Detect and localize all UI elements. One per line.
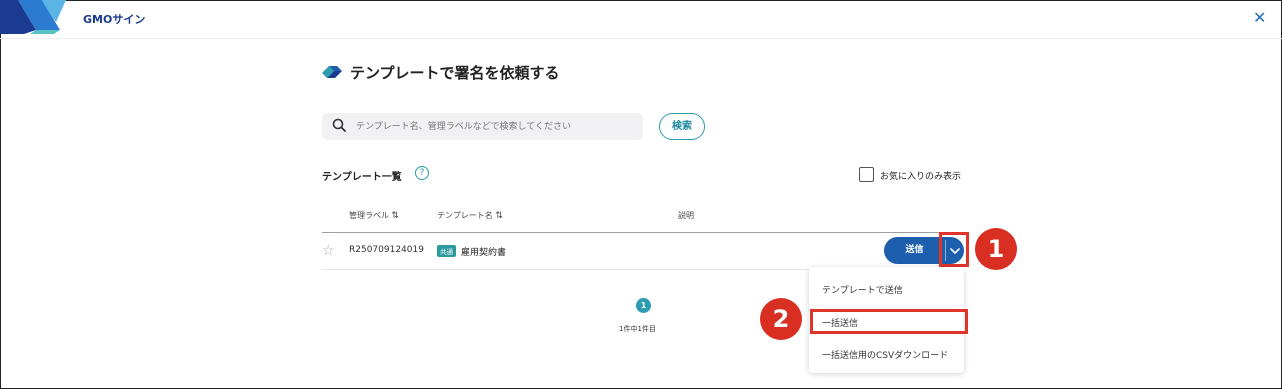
brand-logo-shape	[0, 0, 66, 34]
table-header-divider	[322, 232, 964, 233]
favorite-star-icon[interactable]: ☆	[322, 243, 335, 259]
template-list-heading: テンプレート一覧	[322, 172, 402, 183]
page-title: テンプレートで署名を依頼する	[350, 64, 560, 82]
search-field[interactable]	[322, 113, 643, 140]
send-button[interactable]: 送信	[884, 237, 945, 264]
annotation-step-1: 1	[975, 228, 1017, 270]
title-logo-icon	[322, 65, 342, 78]
help-icon[interactable]: ?	[415, 166, 429, 180]
sort-icon[interactable]: ⇅	[495, 211, 503, 221]
pagination-info: 1件中1件目	[619, 325, 656, 333]
search-button[interactable]: 検索	[659, 113, 705, 140]
app-header: GMOサイン ✕	[0, 0, 1282, 39]
annotation-step-2: 2	[760, 298, 802, 340]
menu-item-bulk-send-csv-download[interactable]: 一括送信用のCSVダウンロード	[822, 348, 948, 361]
annotation-highlight-dropdown	[939, 232, 969, 267]
search-input[interactable]	[354, 120, 628, 133]
shared-badge: 共通	[437, 245, 456, 257]
column-header-template-name[interactable]: テンプレート名 ⇅	[437, 210, 503, 221]
pagination-page-button[interactable]: 1	[636, 298, 651, 313]
annotation-highlight-bulk-send	[810, 309, 968, 334]
favorites-only-checkbox[interactable]	[859, 167, 874, 182]
page-title-group: テンプレートで署名を依頼する	[322, 62, 560, 83]
close-icon[interactable]: ✕	[1253, 8, 1266, 27]
menu-item-send-with-template[interactable]: テンプレートで送信	[822, 283, 903, 296]
search-icon	[332, 117, 346, 136]
column-header-description: 説明	[678, 211, 694, 220]
favorites-only-label[interactable]: お気に入りのみ表示	[880, 169, 961, 182]
brand-name: GMOサイン	[83, 13, 146, 26]
row-management-label: R250709124019	[349, 245, 424, 255]
row-template-name[interactable]: 雇用契約書	[461, 245, 506, 258]
column-header-management-label[interactable]: 管理ラベル ⇅	[349, 210, 399, 221]
sort-icon[interactable]: ⇅	[392, 211, 400, 221]
